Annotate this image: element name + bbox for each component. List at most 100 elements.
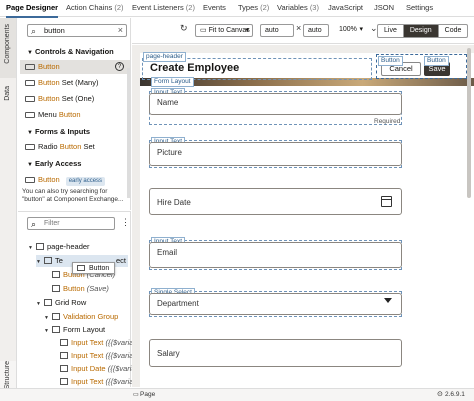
- menu-button-icon: [25, 112, 35, 118]
- mode-design[interactable]: Design: [403, 25, 439, 37]
- component-button-set-many[interactable]: Button Set (Many): [20, 76, 130, 90]
- height-input[interactable]: auto: [303, 24, 329, 37]
- button-component-icon: [25, 177, 35, 183]
- tab-variables[interactable]: Variables (3): [277, 0, 319, 17]
- hire-date-field[interactable]: Hire Date: [149, 188, 402, 215]
- canvas-scrollbar[interactable]: [466, 48, 472, 384]
- rail-components[interactable]: Components: [0, 18, 17, 78]
- calendar-icon[interactable]: [381, 196, 392, 207]
- salary-field[interactable]: Salary: [149, 339, 402, 367]
- tree-item-grid-row[interactable]: ▼ Grid Row: [36, 297, 86, 309]
- radio-set-icon: [25, 144, 35, 150]
- validation-icon: [52, 313, 60, 320]
- canvas-toolbar: ↻ ▭ Fit to Canvas ▾ auto × auto 100% ▾ ⌄ L…: [132, 18, 474, 44]
- button-component-icon: [25, 64, 35, 70]
- drag-ghost-button: Button: [72, 262, 116, 274]
- button-icon: [52, 285, 60, 292]
- breadcrumb-page[interactable]: Page: [140, 391, 155, 398]
- form-icon: [52, 326, 60, 333]
- button-icon: [52, 271, 60, 278]
- filter-placeholder: Filter: [44, 220, 60, 227]
- tab-page-designer[interactable]: Page Designer: [6, 0, 59, 18]
- mode-live[interactable]: Live: [378, 25, 404, 37]
- rail-data[interactable]: Data: [0, 78, 17, 211]
- chevron-down-icon: ▾: [245, 27, 249, 34]
- component-search-input[interactable]: ⌕ button ×: [27, 24, 127, 37]
- tab-settings[interactable]: Settings: [406, 0, 433, 17]
- tree-item-input-date[interactable]: Input Date ({{$varia: [60, 363, 136, 375]
- device-icon: ▭: [200, 27, 209, 34]
- designer-tabbar: Page Designer Action Chains (2) Event Li…: [0, 0, 474, 18]
- input-icon: [60, 378, 68, 385]
- rail-blank: [0, 211, 17, 361]
- rail-data-label: Data: [4, 86, 11, 101]
- page-title: Create Employee: [150, 62, 240, 74]
- rail-structure[interactable]: Structure: [0, 361, 17, 390]
- version-icon: ⊙: [437, 391, 443, 398]
- section-early-access[interactable]: ▼ Early Access: [27, 159, 81, 168]
- refresh-icon[interactable]: ↻: [180, 23, 188, 34]
- scrollbar-thumb[interactable]: [467, 48, 471, 198]
- early-access-badge: early access: [65, 177, 106, 186]
- help-icon[interactable]: ?: [115, 62, 124, 71]
- button-set-icon: [25, 80, 35, 86]
- components-panel: ⌕ button × ▼ Controls & Navigation Button…: [18, 18, 131, 210]
- device-select[interactable]: ▭ Fit to Canvas ▾: [195, 24, 253, 37]
- search-icon: ⌕: [31, 219, 37, 229]
- swap-icon[interactable]: ×: [296, 23, 301, 33]
- component-button-set-one[interactable]: Button Set (One): [20, 92, 130, 106]
- mode-code[interactable]: Code: [439, 25, 468, 37]
- form-layout-tag: Form Layout: [151, 77, 194, 87]
- required-hint: Required: [374, 118, 401, 125]
- button-set-icon: [25, 96, 35, 102]
- page-icon: [36, 243, 44, 250]
- input-icon: [60, 339, 68, 346]
- component-menu-button[interactable]: Menu Button: [20, 108, 130, 122]
- button-icon: [77, 265, 85, 271]
- clear-search-icon[interactable]: ×: [118, 25, 123, 35]
- search-value: button: [44, 26, 65, 35]
- tree-item-input-text[interactable]: Input Text ({{$varia: [60, 376, 133, 388]
- button-tag: Button: [424, 56, 449, 66]
- search-icon: ⌕: [31, 26, 37, 36]
- tab-event-listeners[interactable]: Event Listeners (2): [132, 0, 195, 17]
- button-tag: Button: [378, 56, 403, 66]
- tree-item-input-text[interactable]: Input Text ({{$varia: [60, 350, 133, 362]
- section-controls-navigation[interactable]: ▼ Controls & Navigation: [27, 47, 114, 56]
- breadcrumb-icon: ▭: [133, 392, 139, 398]
- component-button[interactable]: Button ?: [20, 60, 130, 74]
- template-icon: [44, 257, 52, 264]
- tab-json[interactable]: JSON: [374, 0, 394, 17]
- rail-components-label: Components: [4, 24, 11, 64]
- email-field[interactable]: Email: [149, 242, 402, 268]
- tree-item-validation-group[interactable]: ▼ Validation Group: [44, 311, 118, 323]
- tab-action-chains[interactable]: Action Chains (2): [66, 0, 124, 17]
- version-label: 2.6.9.1: [445, 391, 465, 398]
- tab-javascript[interactable]: JavaScript: [328, 0, 363, 17]
- component-radio-button-set[interactable]: Radio Button Set: [20, 140, 130, 154]
- grid-icon: [44, 299, 52, 306]
- component-early-button[interactable]: Button early access: [20, 173, 130, 187]
- tab-events[interactable]: Events: [203, 0, 226, 17]
- tree-item-form-layout[interactable]: ▼ Form Layout: [44, 324, 105, 336]
- page-header-tag: page-header: [143, 52, 186, 62]
- chevron-down-icon[interactable]: [384, 298, 392, 303]
- more-options-icon[interactable]: ⋮: [121, 217, 130, 228]
- tab-types[interactable]: Types (2): [238, 0, 269, 17]
- tree-item-button-save[interactable]: Button (Save): [52, 283, 109, 295]
- tree-item-page-header[interactable]: ▼ page-header: [28, 241, 90, 253]
- component-exchange-hint[interactable]: You can also try searching for "button" …: [22, 188, 130, 204]
- zoom-select[interactable]: 100% ▾: [335, 24, 363, 37]
- name-field[interactable]: Name: [149, 93, 402, 115]
- department-select[interactable]: Department: [149, 293, 402, 315]
- section-forms-inputs[interactable]: ▼ Forms & Inputs: [27, 127, 90, 136]
- picture-field[interactable]: Picture: [149, 142, 402, 166]
- rail-structure-label: Structure: [4, 361, 11, 390]
- width-input[interactable]: auto: [260, 24, 294, 37]
- components-scrollbar[interactable]: [127, 68, 130, 198]
- status-bar: ▭ Page ⊙ 2.6.9.1: [0, 388, 474, 401]
- structure-filter-input[interactable]: ⌕ Filter: [27, 217, 115, 230]
- input-icon: [60, 352, 68, 359]
- tree-item-input-text[interactable]: Input Text ({{$varia: [60, 337, 133, 349]
- mode-switcher[interactable]: Live Design Code: [377, 24, 469, 38]
